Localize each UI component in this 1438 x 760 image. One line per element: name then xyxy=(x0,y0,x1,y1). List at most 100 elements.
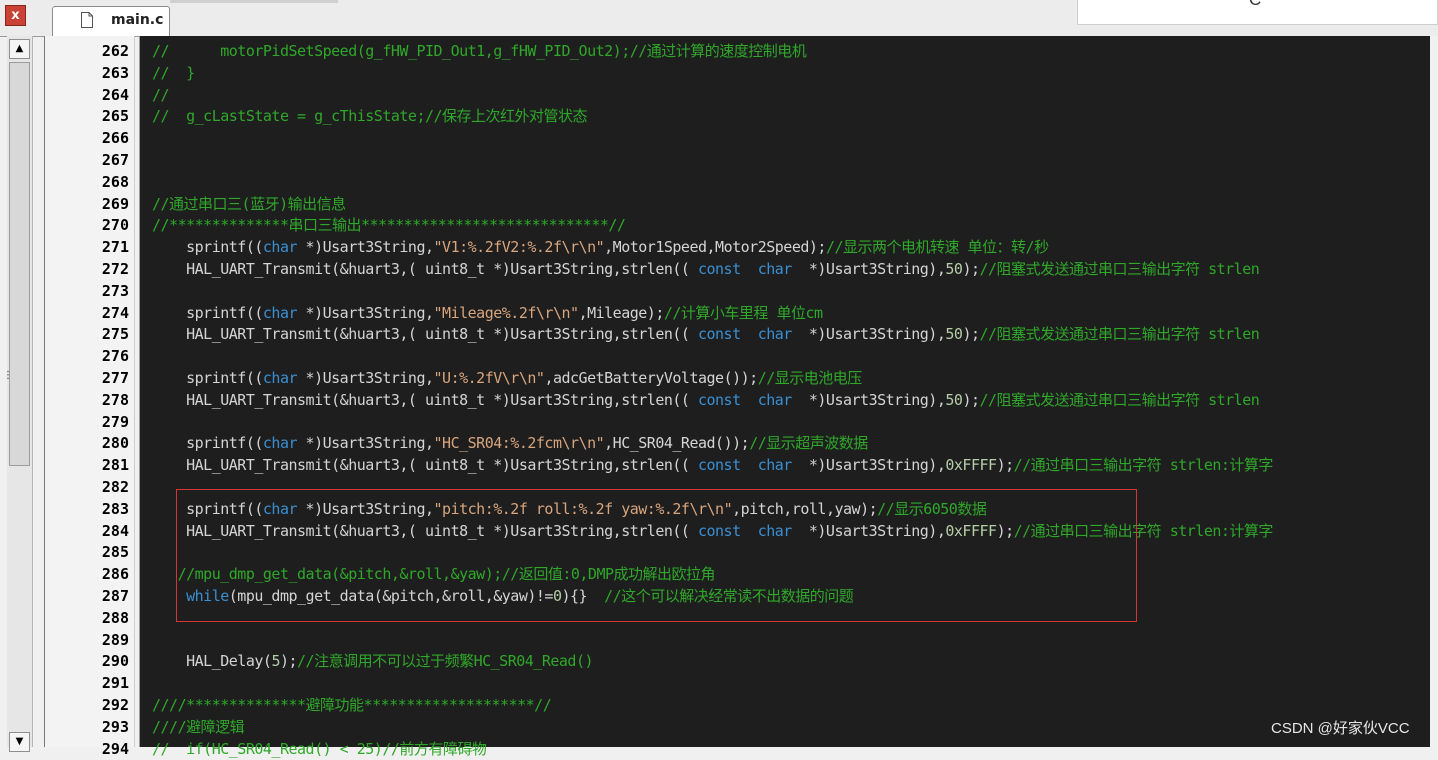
code-comment: //显示超声波数据 xyxy=(749,434,868,453)
code-text: *)Usart3String), xyxy=(791,260,946,278)
line-number: 275 xyxy=(101,325,129,344)
code-line: // if(HC_SR04_Read() < 25)//前方有障碍物 xyxy=(152,738,487,760)
code-text: *)Usart3String, xyxy=(297,434,434,453)
line-number: 268 xyxy=(101,172,129,191)
tab-strip-divider xyxy=(170,0,338,3)
tab-main-c[interactable]: main.c xyxy=(52,6,170,36)
line-number: 289 xyxy=(101,630,129,649)
code-keyword: const xyxy=(697,456,741,475)
code-text: sprintf(( xyxy=(152,434,263,453)
line-number: 288 xyxy=(101,608,129,627)
code-text: HAL_UART_Transmit(&huart3,( uint8_t *)Us… xyxy=(152,325,698,344)
line-number: 276 xyxy=(101,347,129,366)
code-text: HAL_UART_Transmit(&huart3,( uint8_t *)Us… xyxy=(152,456,698,475)
code-string: "HC_SR04:%.2fcm\r\n" xyxy=(433,434,605,453)
code-comment: //计算小车里程 单位cm xyxy=(663,303,823,322)
code-comment: //注意调用不可以过于频繁HC_SR04_Read() xyxy=(297,652,594,671)
code-line: HAL_UART_Transmit(&huart3,( uint8_t *)Us… xyxy=(152,389,1260,411)
code-keyword: const xyxy=(697,521,741,540)
line-number: 285 xyxy=(101,543,129,562)
code-line: //**************串口三输出*******************… xyxy=(152,214,626,236)
code-comment: //通过串口三输出字符 strlen:计算字 xyxy=(1013,456,1274,475)
code-number: 0xFFFF xyxy=(945,521,997,540)
code-comment: // } xyxy=(152,63,195,82)
code-line: HAL_UART_Transmit(&huart3,( uint8_t *)Us… xyxy=(152,323,1260,345)
code-line: ////**************避障功能******************… xyxy=(152,694,552,716)
code-comment: ////**************避障功能******************… xyxy=(152,696,552,714)
code-line: ////避障逻辑 xyxy=(152,716,245,738)
code-keyword: char xyxy=(262,499,298,518)
code-comment: //这个可以解决经常读不出数据的问题 xyxy=(604,587,854,605)
arrow-down-icon: ▼ xyxy=(15,736,24,747)
line-number: 277 xyxy=(101,369,129,387)
code-text: ,HC_SR04_Read()); xyxy=(604,434,750,453)
line-number: 282 xyxy=(101,478,129,496)
code-text: *)Usart3String), xyxy=(791,456,946,475)
code-keyword: char xyxy=(757,456,793,475)
scrollbar-thumb[interactable] xyxy=(9,62,30,466)
code-text: ); xyxy=(996,456,1015,475)
line-number: 271 xyxy=(101,238,129,257)
vertical-scrollbar[interactable]: ▲ ▼ xyxy=(7,36,33,752)
code-text: *)Usart3String), xyxy=(791,390,946,409)
code-keyword: char xyxy=(262,369,298,387)
code-text: sprintf(( xyxy=(152,369,263,387)
code-number: 5 xyxy=(271,652,280,671)
line-number: 280 xyxy=(101,434,129,453)
editor-right-edge xyxy=(1430,36,1438,747)
line-number: 287 xyxy=(101,587,129,605)
line-number: 286 xyxy=(101,565,129,584)
code-line: sprintf((char *)Usart3String,"pitch:%.2f… xyxy=(152,498,987,520)
code-line: HAL_Delay(5);//注意调用不可以过于频繁HC_SR04_Read() xyxy=(152,650,593,672)
code-comment: //阻塞式发送通过串口三输出字符 strlen xyxy=(979,390,1260,409)
code-text: sprintf(( xyxy=(152,499,263,518)
file-icon xyxy=(81,12,93,28)
code-text: ); xyxy=(962,325,980,344)
line-number: 267 xyxy=(101,151,129,169)
line-number: 283 xyxy=(101,499,129,518)
line-number: 294 xyxy=(101,739,129,758)
code-number: 50 xyxy=(945,325,963,344)
code-comment: //通过串口三(蓝牙)输出信息 xyxy=(152,194,346,213)
line-number: 273 xyxy=(101,281,129,300)
close-file-button[interactable]: x xyxy=(5,5,26,26)
code-comment: //mpu_dmp_get_data(&pitch,&roll,&yaw);//… xyxy=(152,565,716,584)
arrow-up-icon: ▲ xyxy=(15,43,24,54)
code-keyword: const xyxy=(697,325,741,344)
code-text: *)Usart3String, xyxy=(297,499,434,518)
code-line: // } xyxy=(152,62,195,84)
code-text: *)Usart3String), xyxy=(791,521,946,540)
close-icon: x xyxy=(11,8,20,23)
scroll-down-button[interactable]: ▼ xyxy=(9,732,30,752)
watermark: CSDN @好家伙VCC xyxy=(1271,720,1410,737)
code-line: sprintf((char *)Usart3String,"U:%.2fV\r\… xyxy=(152,367,862,389)
code-text: *)Usart3String, xyxy=(297,303,434,322)
code-line: HAL_UART_Transmit(&huart3,( uint8_t *)Us… xyxy=(152,520,1273,542)
code-text: HAL_UART_Transmit(&huart3,( uint8_t *)Us… xyxy=(152,390,698,409)
line-number: 291 xyxy=(101,674,129,693)
code-number: 50 xyxy=(945,390,963,409)
line-number: 265 xyxy=(101,107,129,126)
code-keyword: const xyxy=(697,390,741,409)
code-comment: // xyxy=(152,85,170,104)
code-text: HAL_UART_Transmit(&huart3,( uint8_t *)Us… xyxy=(152,260,698,278)
scroll-up-button[interactable]: ▲ xyxy=(9,39,30,59)
splitter-grip-icon[interactable]: ⋮ xyxy=(3,370,13,381)
line-number: 272 xyxy=(101,260,129,278)
code-comment: //通过串口三输出字符 strlen:计算字 xyxy=(1013,521,1274,540)
code-text: ); xyxy=(962,260,980,278)
code-comment: // motorPidSetSpeed(g_fHW_PID_Out1,g_fHW… xyxy=(152,42,807,60)
code-string: "pitch:%.2f roll:%.2f yaw:%.2f\r\n" xyxy=(433,499,733,518)
code-line: sprintf((char *)Usart3String,"Mileage%.2… xyxy=(152,302,823,324)
editor-tab-bar: x main.c C xyxy=(0,0,1438,37)
code-keyword: char xyxy=(262,303,298,322)
line-number: 266 xyxy=(101,129,129,148)
code-comment: // g_cLastState = g_cThisState;//保存上次红外对… xyxy=(152,107,588,126)
code-text: sprintf(( xyxy=(152,238,263,257)
line-number: 264 xyxy=(101,85,129,104)
line-number: 292 xyxy=(101,696,129,714)
